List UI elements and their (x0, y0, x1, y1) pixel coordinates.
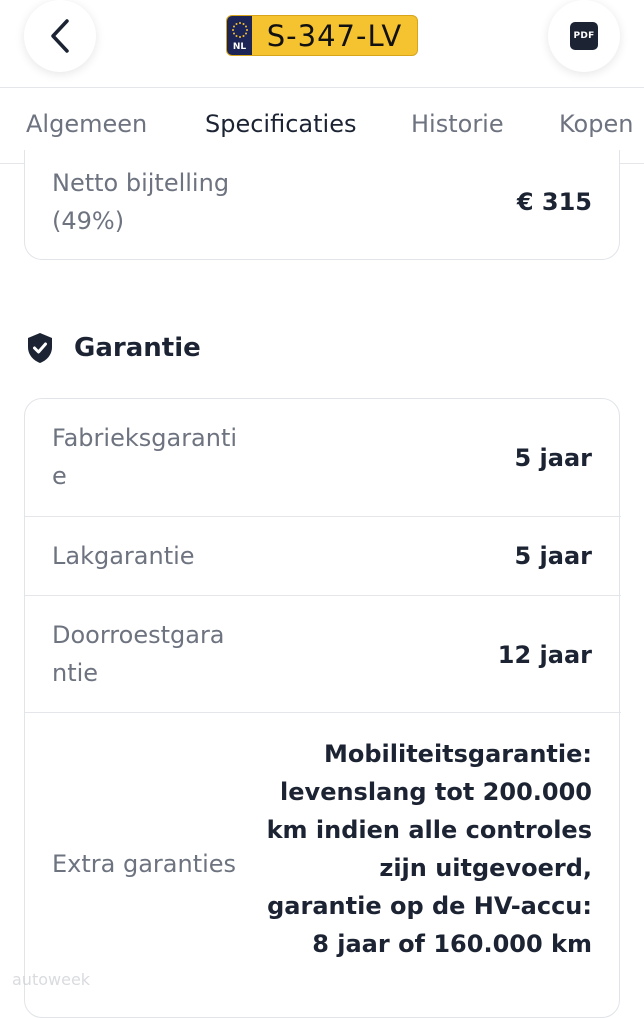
garantie-card: Fabrieksgaranti e 5 jaar Lakgarantie 5 j… (24, 398, 621, 1018)
top-bar: NL S-347-LV PDF (0, 0, 644, 88)
bijtelling-card: Netto bijtelling (49%) € 315 (24, 150, 620, 260)
plate-country-code: NL (232, 42, 247, 52)
row-divider (25, 712, 621, 713)
shield-check-icon (28, 333, 52, 363)
plate-number: S-347-LV (266, 18, 403, 53)
warranty-row-value: 5 jaar (514, 444, 592, 472)
warranty-row-value: Mobiliteitsgarantie: levenslang tot 200.… (266, 740, 592, 958)
garantie-section-header: Garantie (26, 332, 201, 364)
eu-stars-icon (231, 22, 248, 38)
watermark: autoweek (12, 970, 91, 989)
chevron-left-icon (51, 19, 69, 53)
row-divider (25, 595, 621, 596)
bijtelling-value: € 315 (516, 188, 592, 216)
warranty-row-value: 12 jaar (497, 641, 592, 669)
license-plate: NL S-347-LV (226, 15, 418, 56)
warranty-row-label: Doorroestgara ntie (52, 621, 225, 687)
back-button[interactable] (24, 0, 96, 72)
pdf-icon: PDF (570, 22, 598, 50)
eu-flag-strip: NL (227, 16, 252, 55)
tab-specificaties[interactable]: Specificaties (205, 110, 356, 138)
bijtelling-label: Netto bijtelling (49%) (52, 169, 230, 235)
tab-algemeen[interactable]: Algemeen (26, 110, 147, 138)
warranty-row-value: 5 jaar (514, 542, 592, 570)
warranty-row-label: Fabrieksgaranti e (52, 424, 238, 490)
section-title: Garantie (74, 333, 201, 363)
warranty-row-label: Lakgarantie (52, 542, 195, 570)
pdf-button[interactable]: PDF (548, 0, 620, 72)
row-divider (25, 516, 621, 517)
warranty-row-label: Extra garanties (52, 850, 237, 878)
tab-historie[interactable]: Historie (411, 110, 504, 138)
tab-kopen[interactable]: Kopen (559, 110, 633, 138)
